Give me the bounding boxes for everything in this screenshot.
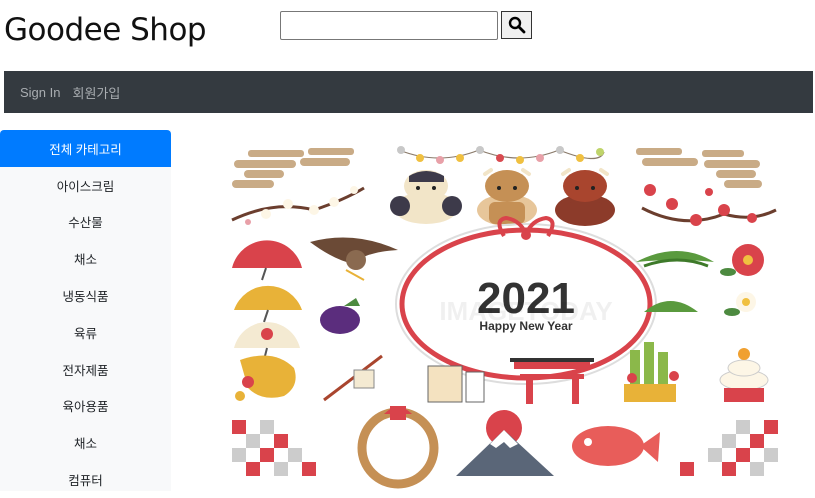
kagami-mochi-illustration <box>719 348 769 402</box>
fan-cream <box>234 322 300 361</box>
top-navbar: Sign In 회원가입 <box>4 71 813 113</box>
hawk-illustration <box>310 237 398 281</box>
cloud-decoration-left <box>232 148 354 188</box>
plum-branch-left <box>231 186 365 225</box>
brand-logo[interactable]: Goodee Shop <box>4 12 207 48</box>
fan-gold <box>234 285 302 323</box>
torii-gate-illustration <box>510 358 594 404</box>
arrow-charm-illustration <box>323 354 383 402</box>
category-item[interactable]: 냉동식품 <box>0 277 171 314</box>
register-link[interactable]: 회원가입 <box>72 83 120 102</box>
checker-pattern-left <box>232 420 316 476</box>
category-item[interactable]: 아이스크림 <box>0 167 171 204</box>
category-item-all[interactable]: 전체 카테고리 <box>0 130 171 167</box>
kadomatsu-illustration <box>624 342 679 402</box>
ox-character-1 <box>390 170 462 224</box>
flower-white <box>724 292 756 316</box>
sign-in-link[interactable]: Sign In <box>20 85 60 100</box>
category-item[interactable]: 컴퓨터 <box>0 461 171 498</box>
category-item[interactable]: 육류 <box>0 314 171 351</box>
banner-watermark: IMAGETODAY <box>439 296 612 326</box>
search-input[interactable] <box>280 11 498 40</box>
pine-illustration <box>636 251 714 268</box>
ox-character-3 <box>555 168 615 226</box>
category-sidebar: 전체 카테고리 아이스크림 수산물 채소 냉동식품 육류 전자제품 육아용품 채… <box>0 130 171 491</box>
camellia-illustration <box>720 244 764 276</box>
mount-fuji-illustration <box>456 410 554 476</box>
plum-branch-right <box>641 184 777 226</box>
category-item[interactable]: 채소 <box>0 424 171 461</box>
category-item[interactable]: 수산물 <box>0 204 171 241</box>
eggplant-illustration <box>320 298 360 334</box>
header: Goodee Shop <box>0 0 815 70</box>
search-icon <box>508 16 525 34</box>
treasure-bag-illustration <box>235 355 296 401</box>
cloud-decoration-right <box>636 148 762 188</box>
shimenawa-wreath-illustration <box>357 406 439 489</box>
banner-illustration: 2021 Happy New Year IMAGETODAY <box>231 146 778 489</box>
new-year-banner[interactable]: 2021 Happy New Year IMAGETODAY <box>204 130 809 491</box>
category-item[interactable]: 채소 <box>0 240 171 277</box>
checker-pattern-right <box>680 420 778 476</box>
category-item[interactable]: 전자제품 <box>0 351 171 388</box>
category-item[interactable]: 육아용품 <box>0 388 171 425</box>
fan-red <box>232 240 302 281</box>
search-button[interactable] <box>501 11 532 39</box>
sea-bream-illustration <box>572 426 660 466</box>
